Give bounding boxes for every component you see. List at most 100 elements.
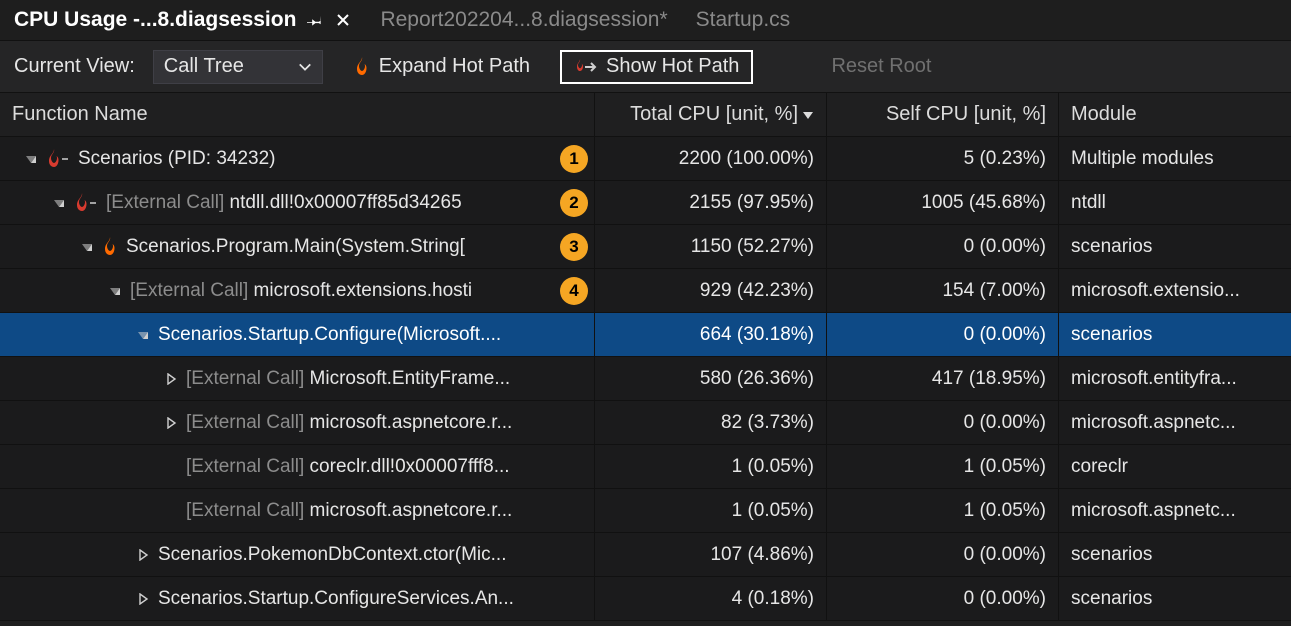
- fn-cell: [External Call] Microsoft.EntityFrame...: [0, 357, 594, 400]
- col-function-name-label: Function Name: [12, 103, 148, 126]
- self-cpu-cell: 154 (7.00%): [826, 269, 1058, 312]
- fn-cell: [External Call] ntdll.dll!0x00007ff85d34…: [0, 181, 594, 224]
- tab-1[interactable]: Report202204...8.diagsession*: [366, 0, 681, 40]
- flame-arrow-icon: [574, 58, 598, 76]
- external-call-tag: [External Call]: [186, 500, 304, 521]
- total-cpu-cell: 929 (42.23%): [594, 269, 826, 312]
- chevron-down-icon: [298, 60, 312, 74]
- function-name: Scenarios.Program.Main(System.String[: [126, 236, 582, 258]
- function-name: Scenarios.Startup.Configure(Microsoft...…: [158, 324, 582, 346]
- tab-0[interactable]: CPU Usage -...8.diagsession: [0, 0, 366, 40]
- self-cpu-cell: 1005 (45.68%): [826, 181, 1058, 224]
- function-name: [External Call] microsoft.aspnetcore.r..…: [186, 500, 582, 522]
- table-row[interactable]: [External Call] microsoft.aspnetcore.r..…: [0, 489, 1291, 533]
- external-call-tag: [External Call]: [106, 192, 224, 213]
- total-cpu-cell: 580 (26.36%): [594, 357, 826, 400]
- pin-icon[interactable]: [306, 11, 324, 29]
- table-row[interactable]: [External Call] ntdll.dll!0x00007ff85d34…: [0, 181, 1291, 225]
- table-row[interactable]: Scenarios.Startup.Configure(Microsoft...…: [0, 313, 1291, 357]
- table-row[interactable]: [External Call] coreclr.dll!0x00007fff8.…: [0, 445, 1291, 489]
- total-cpu-cell: 2155 (97.95%): [594, 181, 826, 224]
- function-name: Scenarios (PID: 34232): [78, 148, 582, 170]
- function-name: [External Call] ntdll.dll!0x00007ff85d34…: [106, 192, 582, 214]
- self-cpu-cell: 0 (0.00%): [826, 577, 1058, 620]
- flame-icon: [102, 237, 118, 257]
- total-cpu-cell: 664 (30.18%): [594, 313, 826, 356]
- col-total-cpu[interactable]: Total CPU [unit, %]: [594, 93, 826, 136]
- annotation-callout: 2: [560, 189, 588, 217]
- fn-cell: [External Call] microsoft.extensions.hos…: [0, 269, 594, 312]
- fn-cell: Scenarios (PID: 34232) 1: [0, 137, 594, 180]
- column-header-row: Function Name Total CPU [unit, %] Self C…: [0, 93, 1291, 137]
- total-cpu-cell: 107 (4.86%): [594, 533, 826, 576]
- view-dropdown-value: Call Tree: [164, 55, 244, 78]
- total-cpu-cell: 1 (0.05%): [594, 445, 826, 488]
- table-row[interactable]: Scenarios.Program.Main(System.String[ 3 …: [0, 225, 1291, 269]
- table-row[interactable]: [External Call] Microsoft.EntityFrame...…: [0, 357, 1291, 401]
- fn-cell: [External Call] coreclr.dll!0x00007fff8.…: [0, 445, 594, 488]
- expander-icon[interactable]: [136, 329, 150, 341]
- self-cpu-cell: 5 (0.23%): [826, 137, 1058, 180]
- total-cpu-cell: 1 (0.05%): [594, 489, 826, 532]
- view-dropdown[interactable]: Call Tree: [153, 50, 323, 84]
- external-call-tag: [External Call]: [186, 412, 304, 433]
- expander-icon[interactable]: [164, 417, 178, 429]
- col-module[interactable]: Module: [1058, 93, 1290, 136]
- flame-hot-icon: [46, 149, 70, 169]
- table-row[interactable]: Scenarios (PID: 34232) 1 2200 (100.00%) …: [0, 137, 1291, 181]
- module-cell: coreclr: [1058, 445, 1290, 488]
- sort-desc-icon: [802, 109, 814, 121]
- table-row[interactable]: Scenarios.Startup.ConfigureServices.An..…: [0, 577, 1291, 621]
- fn-cell: Scenarios.PokemonDbContext.ctor(Mic...: [0, 533, 594, 576]
- flame-hot-icon: [74, 193, 98, 213]
- self-cpu-cell: 0 (0.00%): [826, 225, 1058, 268]
- show-hot-path-label: Show Hot Path: [606, 55, 739, 78]
- fn-cell: Scenarios.Startup.Configure(Microsoft...…: [0, 313, 594, 356]
- tab-strip: CPU Usage -...8.diagsession Report202204.…: [0, 0, 1291, 40]
- toolbar: Current View: Call Tree Expand Hot Path …: [0, 40, 1291, 92]
- table-row[interactable]: [External Call] microsoft.aspnetcore.r..…: [0, 401, 1291, 445]
- col-function-name[interactable]: Function Name: [0, 93, 594, 136]
- fn-cell: Scenarios.Program.Main(System.String[ 3: [0, 225, 594, 268]
- table-row[interactable]: [External Call] microsoft.extensions.hos…: [0, 269, 1291, 313]
- self-cpu-cell: 1 (0.05%): [826, 445, 1058, 488]
- fn-cell: [External Call] microsoft.aspnetcore.r..…: [0, 489, 594, 532]
- annotation-callout: 3: [560, 233, 588, 261]
- expander-icon[interactable]: [136, 549, 150, 561]
- module-cell: microsoft.extensio...: [1058, 269, 1290, 312]
- function-name: [External Call] microsoft.aspnetcore.r..…: [186, 412, 582, 434]
- expander-icon[interactable]: [80, 241, 94, 253]
- expand-hot-path-label: Expand Hot Path: [379, 55, 530, 78]
- show-hot-path-button[interactable]: Show Hot Path: [560, 50, 753, 84]
- annotation-callout: 1: [560, 145, 588, 173]
- function-name: [External Call] microsoft.extensions.hos…: [130, 280, 582, 302]
- module-cell: ntdll: [1058, 181, 1290, 224]
- total-cpu-cell: 82 (3.73%): [594, 401, 826, 444]
- reset-root-button[interactable]: Reset Root: [819, 50, 943, 84]
- external-call-tag: [External Call]: [186, 456, 304, 477]
- expander-icon[interactable]: [108, 285, 122, 297]
- close-icon[interactable]: [334, 11, 352, 29]
- cpu-table: Function Name Total CPU [unit, %] Self C…: [0, 92, 1291, 621]
- tab-2[interactable]: Startup.cs: [682, 0, 805, 40]
- module-cell: scenarios: [1058, 577, 1290, 620]
- module-cell: microsoft.aspnetc...: [1058, 489, 1290, 532]
- expander-icon[interactable]: [136, 593, 150, 605]
- self-cpu-cell: 0 (0.00%): [826, 313, 1058, 356]
- col-total-cpu-label: Total CPU [unit, %]: [630, 103, 798, 126]
- self-cpu-cell: 1 (0.05%): [826, 489, 1058, 532]
- expander-icon[interactable]: [52, 197, 66, 209]
- module-cell: scenarios: [1058, 533, 1290, 576]
- table-row[interactable]: Scenarios.PokemonDbContext.ctor(Mic... 1…: [0, 533, 1291, 577]
- function-name: [External Call] Microsoft.EntityFrame...: [186, 368, 582, 390]
- external-call-tag: [External Call]: [130, 280, 248, 301]
- module-cell: scenarios: [1058, 313, 1290, 356]
- tab-label: CPU Usage -...8.diagsession: [14, 8, 296, 32]
- expand-hot-path-button[interactable]: Expand Hot Path: [341, 50, 542, 84]
- col-self-cpu-label: Self CPU [unit, %]: [886, 103, 1046, 126]
- expander-icon[interactable]: [24, 153, 38, 165]
- expander-icon[interactable]: [164, 373, 178, 385]
- self-cpu-cell: 417 (18.95%): [826, 357, 1058, 400]
- col-self-cpu[interactable]: Self CPU [unit, %]: [826, 93, 1058, 136]
- function-name: [External Call] coreclr.dll!0x00007fff8.…: [186, 456, 582, 478]
